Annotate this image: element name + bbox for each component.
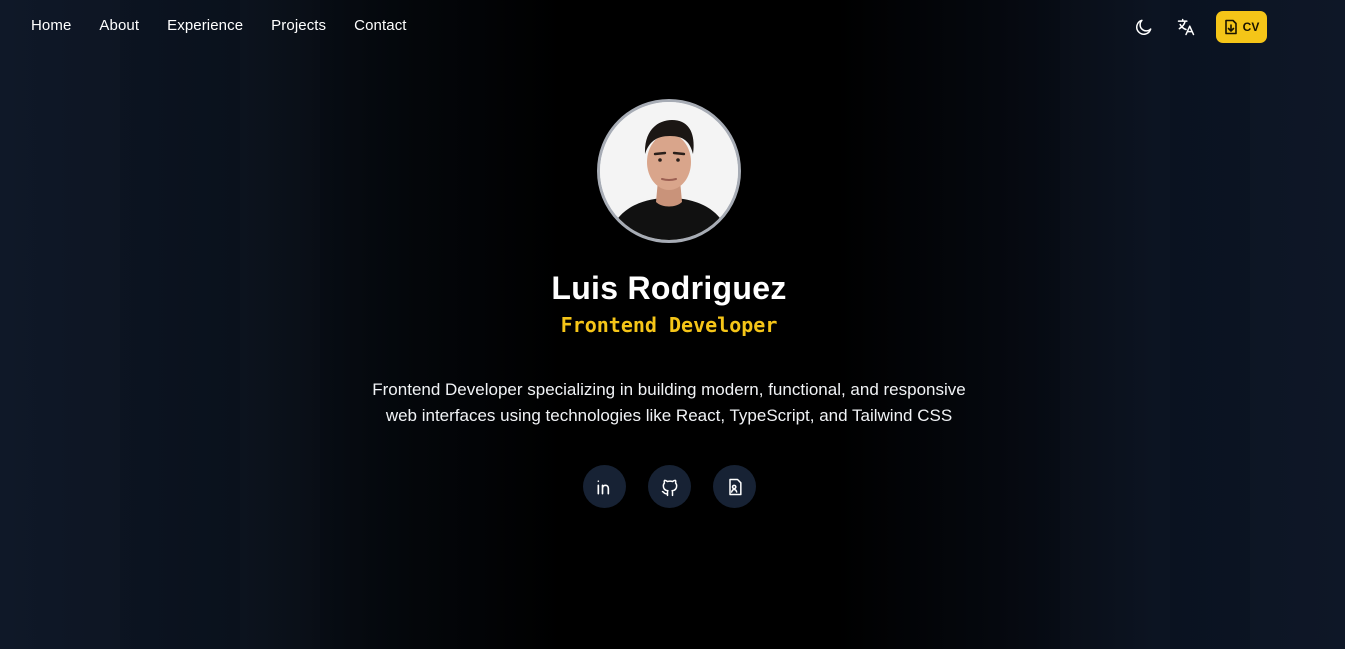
resume-button[interactable] [713,465,756,508]
nav-link-contact[interactable]: Contact [354,17,406,34]
nav-link-home[interactable]: Home [31,17,71,34]
nav-link-about[interactable]: About [99,17,139,34]
resume-icon [728,478,742,495]
cv-button-label: CV [1242,20,1260,34]
github-icon [661,479,677,496]
nav-link-projects[interactable]: Projects [271,17,326,34]
profile-avatar [597,99,741,243]
moon-icon [1136,19,1152,35]
github-button[interactable] [648,465,691,508]
nav-links: Home About Experience Projects Contact [31,17,407,34]
profile-name: Luis Rodriguez [551,270,787,306]
linkedin-button[interactable] [583,465,626,508]
translate-icon [1177,18,1195,36]
theme-toggle-button[interactable] [1132,12,1156,42]
profile-role: Frontend Developer [560,313,778,337]
profile-description: Frontend Developer specializing in build… [372,380,966,425]
linkedin-icon [597,479,609,494]
top-navigation: Home About Experience Projects Contact C… [0,0,1345,52]
profile-photo [600,102,738,240]
nav-actions: CV [1132,11,1267,43]
nav-link-experience[interactable]: Experience [167,17,243,34]
language-toggle-button[interactable] [1174,12,1198,42]
file-download-icon [1224,19,1237,35]
social-links [583,465,756,508]
cv-download-button[interactable]: CV [1216,11,1267,43]
